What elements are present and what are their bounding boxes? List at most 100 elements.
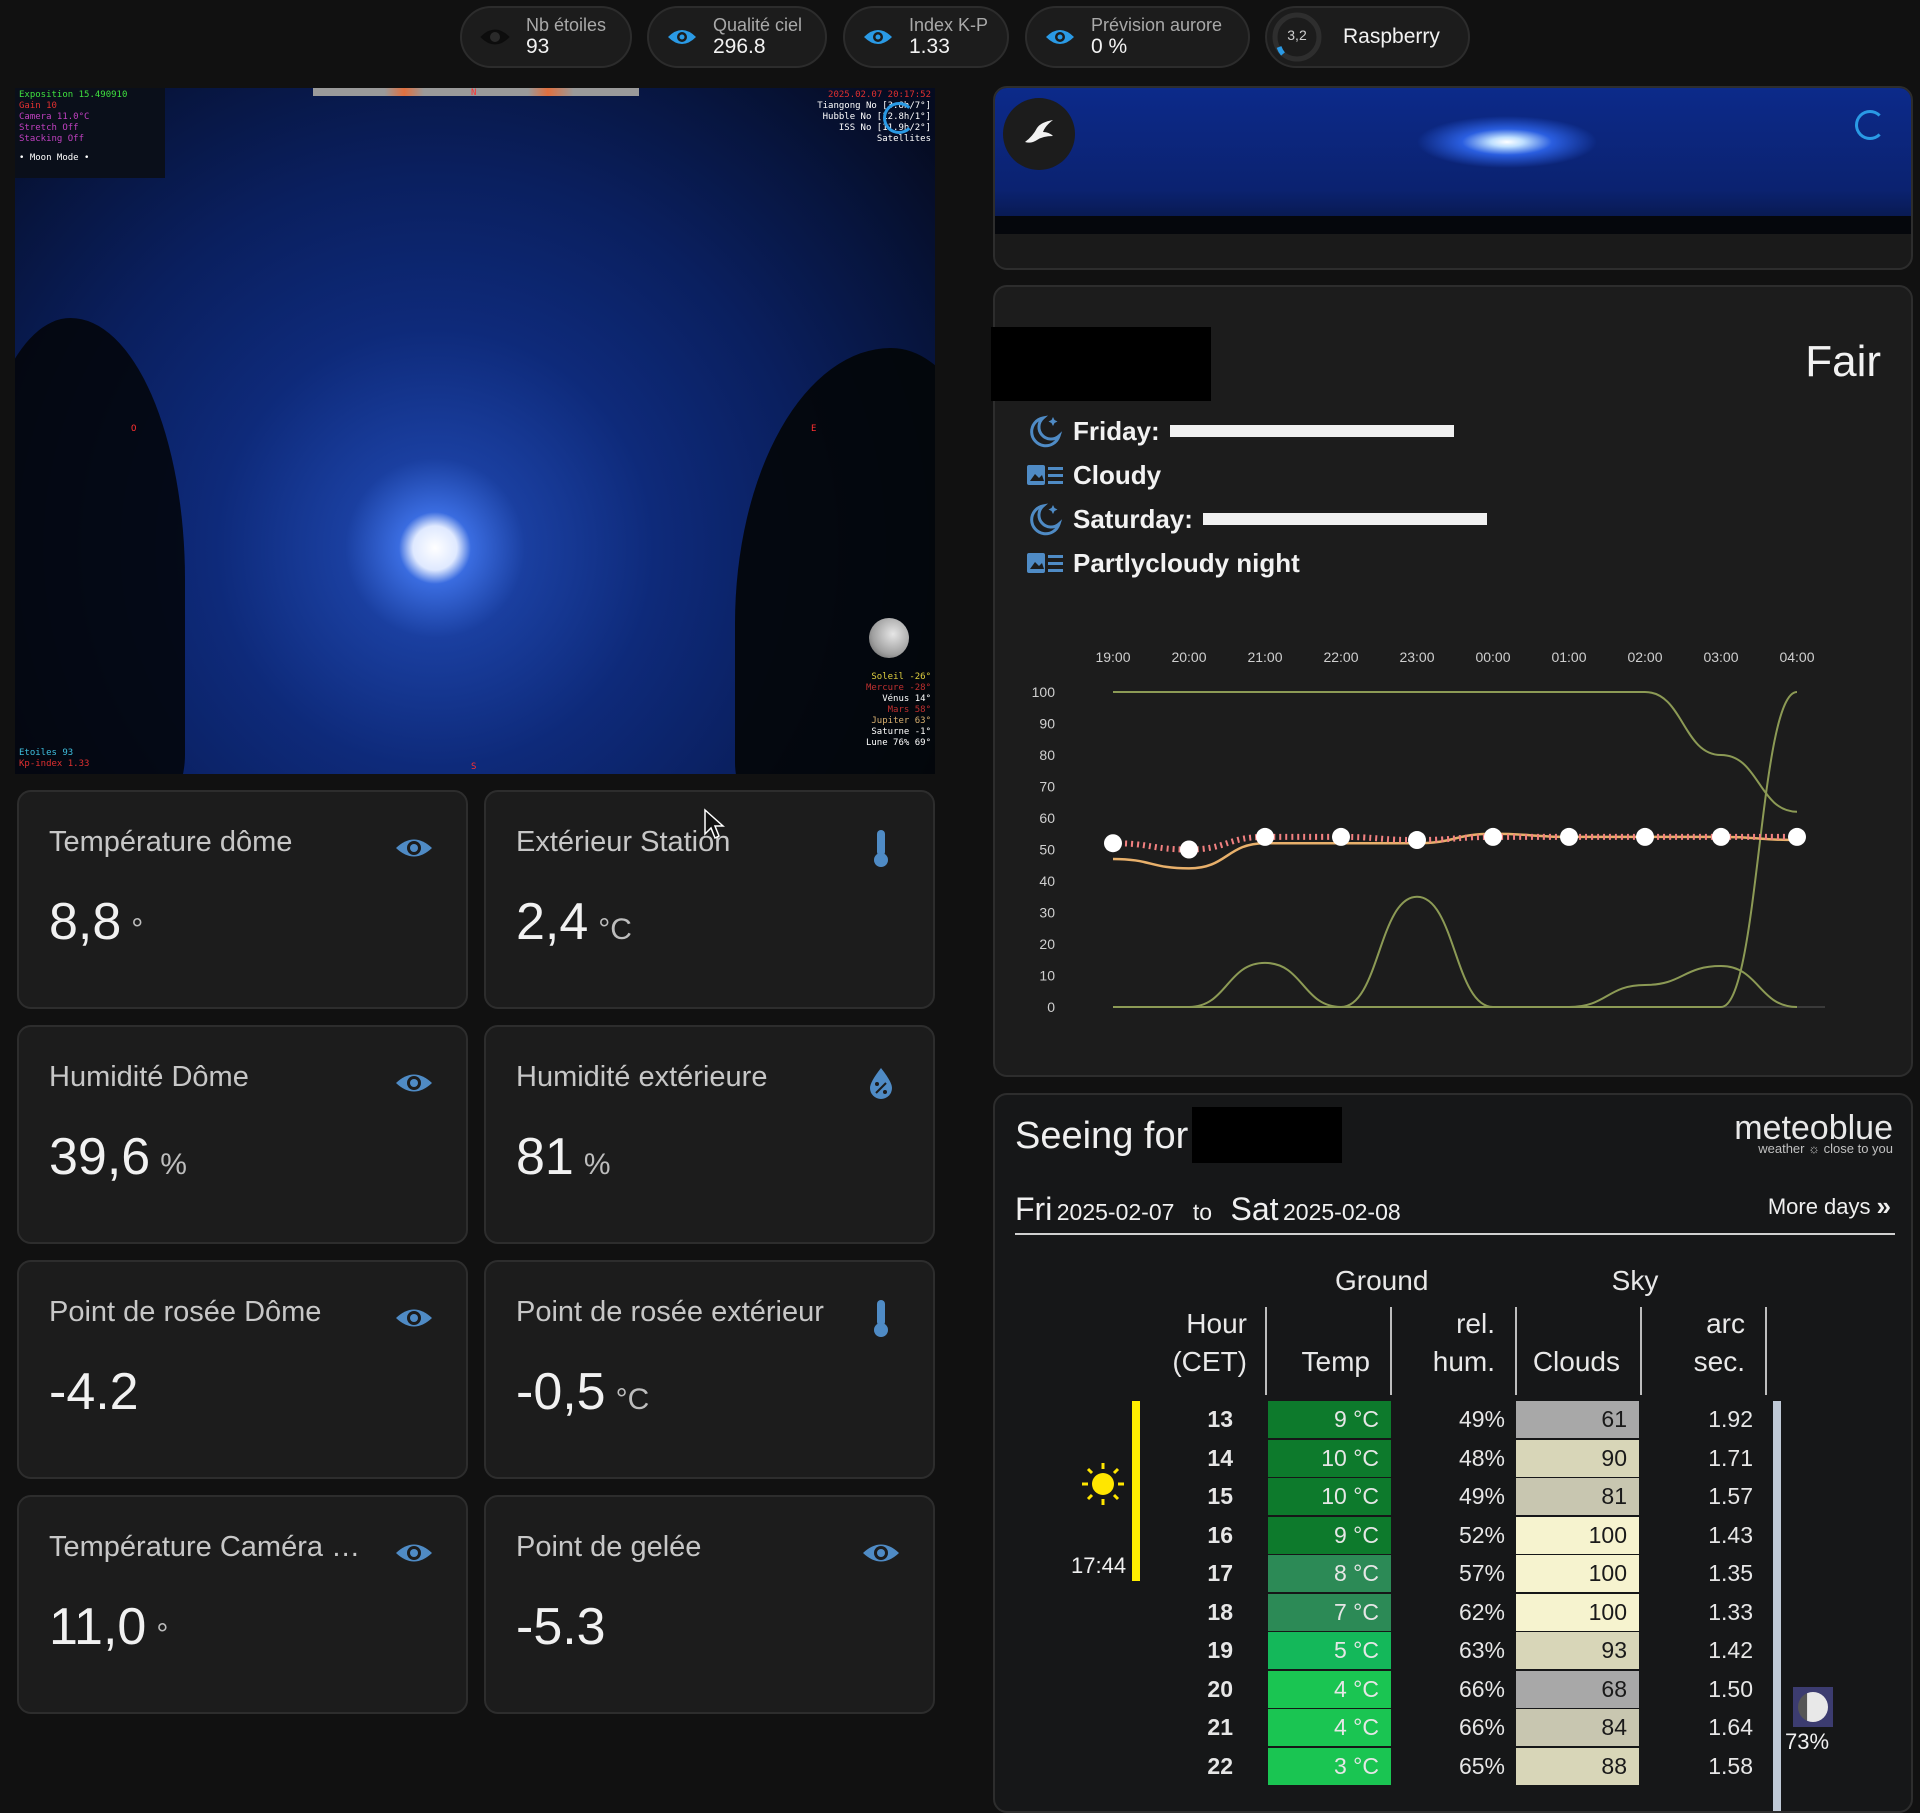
cell-arc: 1.35	[1708, 1560, 1753, 1586]
overlay-bottom-left: Etoiles 93 Kp-index 1.33	[19, 748, 89, 770]
col-clouds: Clouds	[1532, 1346, 1620, 1377]
chip-label: Qualité ciel	[713, 15, 803, 35]
cell-arc: 1.71	[1708, 1444, 1753, 1471]
sensor-name: Point de rosée extérieur	[516, 1296, 824, 1328]
col-arc-l1: arc	[1706, 1308, 1745, 1339]
chip-value: 93	[526, 35, 550, 58]
cell-clouds: 61	[1516, 1401, 1639, 1438]
more-days-link[interactable]: More days »	[1768, 1191, 1891, 1222]
sensor-value-row: -0,5 °C	[516, 1362, 649, 1422]
planet-venus: Vénus 14°	[882, 694, 931, 704]
col-arc-l2: sec.	[1693, 1346, 1745, 1377]
chip-label: Index K-P	[909, 15, 989, 35]
day-sat: Sat	[1230, 1191, 1279, 1227]
allsky-image: Exposition 15.490910 Gain 10 Camera 11.0…	[15, 88, 935, 774]
overlay-planets: Soleil -26° Mercure -28° Vénus 14° Mars …	[866, 672, 931, 749]
eye-icon[interactable]	[859, 1531, 903, 1575]
condition-point	[1332, 827, 1350, 846]
cell-temp: 4 °C	[1268, 1709, 1391, 1746]
sensor-humidite-dome[interactable]: Humidité Dôme 39,6%	[17, 1025, 468, 1244]
col-divider	[1265, 1307, 1267, 1395]
col-hour-l2: (CET)	[1172, 1346, 1247, 1377]
cell-hour: 19	[1207, 1637, 1233, 1663]
panorama-card	[993, 86, 1913, 270]
cell-hum: 63%	[1458, 1637, 1505, 1663]
eye-icon[interactable]	[392, 1531, 436, 1575]
x-tick-label: 04:00	[1779, 649, 1814, 665]
sensor-point-gelee[interactable]: Point de gelée -5.3	[484, 1495, 935, 1714]
sensor-name: Point de rosée Dôme	[49, 1296, 322, 1328]
cell-temp: 5 °C	[1268, 1632, 1391, 1669]
cell-clouds: 90	[1516, 1439, 1639, 1477]
forecast-row-saturday: Saturday:	[1025, 501, 1487, 537]
thermometer-icon[interactable]	[859, 1296, 903, 1340]
cell-clouds: 81	[1516, 1478, 1639, 1515]
cell-arc: 1.92	[1708, 1406, 1753, 1432]
range-to: to	[1192, 1199, 1213, 1225]
chip-nb-etoiles[interactable]: Nb étoiles 93	[460, 6, 632, 68]
cell-hour: 21	[1207, 1714, 1233, 1740]
cell-hour: 16	[1207, 1521, 1233, 1548]
y-tick-label: 80	[1039, 747, 1055, 763]
y-tick-label: 10	[1039, 968, 1055, 984]
double-chevron-right-icon: »	[1876, 1191, 1891, 1221]
condition-point	[1560, 827, 1578, 846]
image-text-icon	[1025, 457, 1065, 493]
y-tick-label: 60	[1039, 810, 1055, 826]
planet-mercure: Mercure -28°	[865, 683, 931, 693]
col-divider	[1515, 1307, 1517, 1395]
col-arc: arc sec.	[1638, 1305, 1745, 1381]
moon-icon	[1793, 1687, 1833, 1727]
date-range: Fri 2025-02-07 to Sat 2025-02-08	[1015, 1191, 1401, 1228]
forecast-row-friday: Friday:	[1025, 413, 1454, 449]
sensor-point-rosee-exterieur[interactable]: Point de rosée extérieur -0,5 °C	[484, 1260, 935, 1479]
x-tick-label: 23:00	[1399, 649, 1434, 665]
thermometer-icon[interactable]	[859, 826, 903, 870]
cell-clouds: 93	[1516, 1632, 1639, 1669]
bird-logo-icon[interactable]	[1003, 98, 1075, 170]
y-tick-label: 90	[1039, 716, 1055, 732]
sensor-value-row: 39,6%	[49, 1127, 187, 1187]
overlay-tiangong: Tiangong No [3.8h/7°]	[817, 101, 931, 111]
sensor-value-row: -4.2	[49, 1362, 149, 1422]
chip-prevision-aurore[interactable]: Prévision aurore 0 %	[1025, 6, 1250, 68]
chip-qualite-ciel[interactable]: Qualité ciel 296.8	[647, 6, 827, 68]
cell-hour: 13	[1207, 1406, 1233, 1432]
eye-icon[interactable]	[392, 826, 436, 870]
chip-label: Nb étoiles	[526, 15, 607, 35]
planet-mars: Mars 58°	[887, 705, 931, 715]
eye-icon[interactable]	[392, 1296, 436, 1340]
overlay-top-left: Exposition 15.490910 Gain 10 Camera 11.0…	[19, 90, 127, 164]
sensor-name: Point de gelée	[516, 1531, 702, 1563]
eye-icon	[665, 20, 699, 54]
cardinal-s: S	[471, 762, 477, 772]
sensor-point-rosee-dome[interactable]: Point de rosée Dôme -4.2	[17, 1260, 468, 1479]
chip-label: Raspberry	[1343, 25, 1440, 48]
overlay-iss: ISS No [11.9h/2°]	[838, 123, 931, 133]
eye-icon[interactable]	[392, 1061, 436, 1105]
water-percent-icon[interactable]	[859, 1061, 903, 1105]
overlay-satellites: Satellites	[876, 134, 931, 144]
cell-hum: 57%	[1458, 1560, 1505, 1586]
chip-raspberry[interactable]: 3,2 Raspberry	[1265, 6, 1470, 68]
chip-index-kp[interactable]: Index K-P 1.33	[843, 6, 1009, 68]
meteoblue-tagline: weather ☼ close to you	[1758, 1141, 1893, 1156]
image-text-icon	[1025, 545, 1065, 581]
sensor-temperature-dome[interactable]: Température dôme 8,8 °	[17, 790, 468, 1009]
col-hour-l1: Hour	[1186, 1308, 1247, 1339]
cell-temp: 4 °C	[1268, 1670, 1391, 1708]
overlay-stacking: Stacking Off	[19, 134, 85, 144]
condition-point	[1712, 827, 1730, 846]
x-tick-label: 00:00	[1475, 649, 1510, 665]
sensor-humidite-exterieure[interactable]: Humidité extérieure 81%	[484, 1025, 935, 1244]
planet-soleil: Soleil -26°	[871, 672, 931, 682]
cell-clouds: 100	[1516, 1516, 1639, 1554]
cell-hum: 65%	[1458, 1752, 1505, 1779]
col-hum-l1: rel.	[1456, 1308, 1495, 1339]
forecast-row-partlycloudy: Partlycloudy night	[1025, 545, 1300, 581]
chip-label: Prévision aurore	[1091, 15, 1223, 35]
sensor-value: 8,8	[49, 893, 122, 951]
sensor-temperature-camera[interactable]: Température Caméra H... 11,0 °	[17, 1495, 468, 1714]
cell-hum: 66%	[1458, 1714, 1505, 1740]
trees-left	[15, 318, 185, 774]
